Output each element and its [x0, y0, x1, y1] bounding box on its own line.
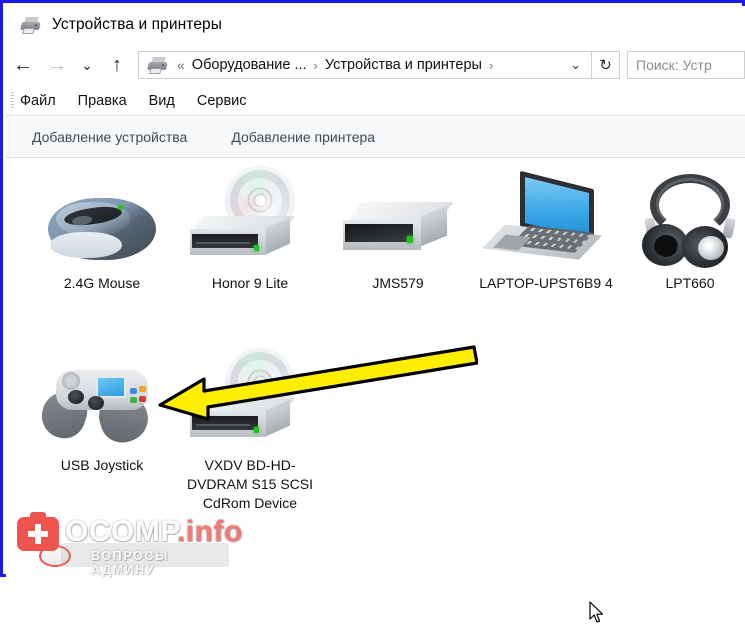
- devices-and-printers-window: Устройства и принтеры ← → ⌄ ↑ « Оборудов…: [6, 6, 745, 623]
- window-title: Устройства и принтеры: [52, 16, 222, 33]
- device-item[interactable]: LAPTOP-UPST6B9 4: [472, 166, 620, 293]
- gamepad-icon: [35, 366, 166, 448]
- address-chevron-down-icon[interactable]: ⌄: [564, 57, 587, 73]
- device-icon-container: [28, 166, 176, 266]
- mouse-cursor-icon: [589, 601, 603, 623]
- device-label: USB Joystick: [60, 457, 144, 473]
- menu-item-view[interactable]: Вид: [149, 93, 175, 109]
- watermark-tagline: ВОПРОСЫ АДМИНУ: [91, 549, 169, 577]
- add-printer-button[interactable]: Добавление принтера: [231, 129, 375, 145]
- device-label: 2.4G Mouse: [63, 275, 141, 291]
- search-placeholder: Поиск: Устр: [636, 57, 712, 73]
- back-button[interactable]: ←: [6, 48, 40, 82]
- laptop-icon: [481, 170, 606, 266]
- menu-item-edit[interactable]: Правка: [78, 93, 127, 109]
- headphones-icon: [642, 174, 738, 268]
- breadcrumb-separator-icon: ›: [313, 57, 318, 73]
- external-drive-icon: [343, 200, 454, 266]
- device-label: VXDV BD-HD-DVDRAM S15 SCSI CdRom Device: [186, 457, 314, 511]
- device-item[interactable]: VXDV BD-HD-DVDRAM S15 SCSI CdRom Device: [176, 348, 324, 513]
- recent-locations-chevron-down-icon[interactable]: ⌄: [74, 48, 100, 82]
- address-bar[interactable]: « Оборудование ... › Устройства и принте…: [138, 51, 592, 79]
- device-item[interactable]: LPT660: [616, 166, 745, 293]
- device-icon-container: [176, 166, 324, 266]
- menu-item-tools[interactable]: Сервис: [197, 93, 247, 109]
- mouse-icon: [46, 192, 158, 266]
- device-icon-container: [176, 348, 324, 448]
- breadcrumb-item-hardware[interactable]: Оборудование ...: [192, 57, 307, 73]
- watermark-brand-name: OCOMP: [65, 515, 177, 548]
- device-item[interactable]: JMS579: [324, 166, 472, 293]
- command-toolbar: Добавление устройства Добавление принтер…: [6, 116, 745, 158]
- device-label: LPT660: [665, 275, 715, 291]
- printer-icon: [20, 16, 42, 34]
- up-button[interactable]: ↑: [100, 48, 134, 82]
- device-icon-container: [616, 166, 745, 268]
- address-printer-icon: [147, 56, 169, 74]
- device-label: JMS579: [372, 275, 424, 291]
- menu-item-file[interactable]: Файл: [20, 93, 56, 109]
- breadcrumb-separator-end-icon[interactable]: ›: [489, 58, 493, 73]
- watermark-brand-tld: .info: [176, 515, 243, 548]
- device-icon-container: [28, 348, 176, 448]
- breadcrumb-item-devices-printers[interactable]: Устройства и принтеры: [325, 57, 482, 73]
- menu-grip-icon: [11, 92, 14, 110]
- navigation-bar: ← → ⌄ ↑ « Оборудование ... › Устройства …: [6, 44, 745, 86]
- window-titlebar: Устройства и принтеры: [6, 6, 745, 44]
- device-label: Honor 9 Lite: [211, 275, 289, 291]
- optical-drive-icon: [189, 166, 310, 266]
- device-label: LAPTOP-UPST6B9 4: [479, 275, 613, 291]
- breadcrumb-overflow-icon[interactable]: «: [177, 57, 185, 73]
- device-item[interactable]: 2.4G Mouse: [28, 166, 176, 293]
- refresh-button[interactable]: ↻: [592, 51, 620, 79]
- optical-drive-icon: [189, 348, 310, 448]
- annotation-frame: Устройства и принтеры ← → ⌄ ↑ « Оборудов…: [0, 0, 745, 623]
- device-icon-container: [472, 166, 620, 266]
- device-item[interactable]: USB Joystick: [28, 348, 176, 475]
- device-item[interactable]: Honor 9 Lite: [176, 166, 324, 293]
- device-icon-container: [324, 166, 472, 266]
- watermark-brand: OCOMP.info: [65, 515, 243, 549]
- watermark-first-aid-kit-icon: [17, 512, 59, 551]
- menu-bar: Файл Правка Вид Сервис: [6, 86, 745, 116]
- search-input[interactable]: Поиск: Устр: [627, 51, 745, 79]
- site-watermark: OCOMP.info ВОПРОСЫ АДМИНУ: [17, 511, 242, 577]
- add-device-button[interactable]: Добавление устройства: [32, 129, 187, 145]
- forward-button[interactable]: →: [40, 48, 74, 82]
